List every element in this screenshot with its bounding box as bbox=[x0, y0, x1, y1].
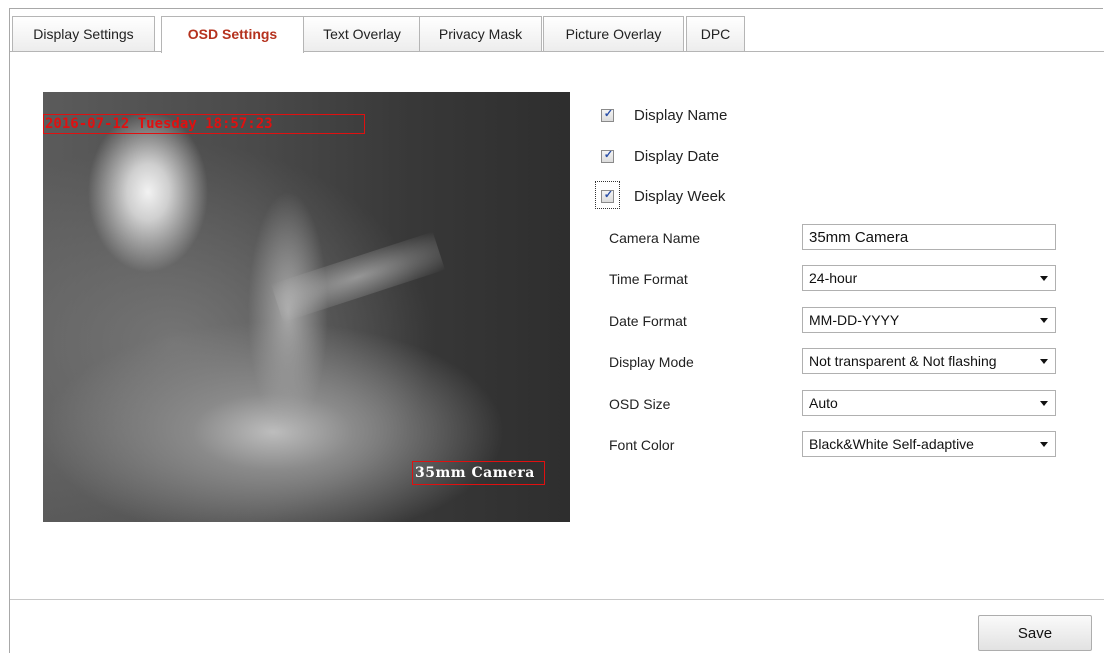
chevron-down-icon bbox=[1040, 442, 1048, 447]
display-week-label: Display Week bbox=[634, 187, 726, 205]
tab-osd-settings[interactable]: OSD Settings bbox=[161, 16, 304, 53]
osd-size-select[interactable]: Auto bbox=[802, 390, 1056, 416]
video-preview[interactable]: 2016-07-12 Tuesday 18:57:23 35mm Camera bbox=[43, 92, 570, 522]
date-format-select[interactable]: MM-DD-YYYY bbox=[802, 307, 1056, 333]
checkmark-icon: ✓ bbox=[603, 107, 614, 120]
font-color-label: Font Color bbox=[609, 437, 675, 453]
time-format-value: 24-hour bbox=[809, 270, 858, 286]
tab-dpc[interactable]: DPC bbox=[686, 16, 745, 52]
chevron-down-icon bbox=[1040, 401, 1048, 406]
display-week-checkbox[interactable]: ✓ bbox=[601, 188, 614, 203]
tab-display-settings[interactable]: Display Settings bbox=[12, 16, 155, 52]
time-format-label: Time Format bbox=[609, 271, 688, 287]
osd-size-label: OSD Size bbox=[609, 396, 671, 412]
name-overlay-text: 35mm Camera bbox=[415, 465, 535, 481]
preview-scene-detail bbox=[270, 231, 446, 323]
tab-picture-overlay[interactable]: Picture Overlay bbox=[543, 16, 684, 52]
panel-divider bbox=[10, 599, 1104, 600]
camera-name-label: Camera Name bbox=[609, 230, 701, 246]
display-name-label: Display Name bbox=[634, 106, 728, 124]
display-date-label: Display Date bbox=[634, 147, 720, 165]
display-week-row: ✓ Display Week bbox=[601, 186, 725, 206]
checkmark-icon: ✓ bbox=[603, 188, 614, 201]
tab-text-overlay[interactable]: Text Overlay bbox=[298, 16, 426, 52]
font-color-value: Black&White Self-adaptive bbox=[809, 436, 974, 452]
date-overlay-text: 2016-07-12 Tuesday 18:57:23 bbox=[45, 116, 273, 132]
save-button[interactable]: Save bbox=[978, 615, 1092, 651]
font-color-select[interactable]: Black&White Self-adaptive bbox=[802, 431, 1056, 457]
display-mode-label: Display Mode bbox=[609, 354, 694, 370]
date-format-value: MM-DD-YYYY bbox=[809, 312, 900, 328]
chevron-down-icon bbox=[1040, 318, 1048, 323]
time-format-select[interactable]: 24-hour bbox=[802, 265, 1056, 291]
display-name-checkbox[interactable]: ✓ bbox=[601, 107, 614, 122]
osd-size-value: Auto bbox=[809, 395, 838, 411]
camera-name-input[interactable] bbox=[802, 224, 1056, 250]
display-mode-value: Not transparent & Not flashing bbox=[809, 353, 997, 369]
display-date-checkbox[interactable]: ✓ bbox=[601, 148, 614, 163]
display-mode-select[interactable]: Not transparent & Not flashing bbox=[802, 348, 1056, 374]
date-overlay-box[interactable]: 2016-07-12 Tuesday 18:57:23 bbox=[43, 114, 365, 134]
chevron-down-icon bbox=[1040, 359, 1048, 364]
tab-privacy-mask[interactable]: Privacy Mask bbox=[419, 16, 542, 52]
display-date-row: ✓ Display Date bbox=[601, 146, 719, 166]
display-name-row: ✓ Display Name bbox=[601, 105, 727, 125]
checkmark-icon: ✓ bbox=[603, 148, 614, 161]
chevron-down-icon bbox=[1040, 276, 1048, 281]
date-format-label: Date Format bbox=[609, 313, 687, 329]
